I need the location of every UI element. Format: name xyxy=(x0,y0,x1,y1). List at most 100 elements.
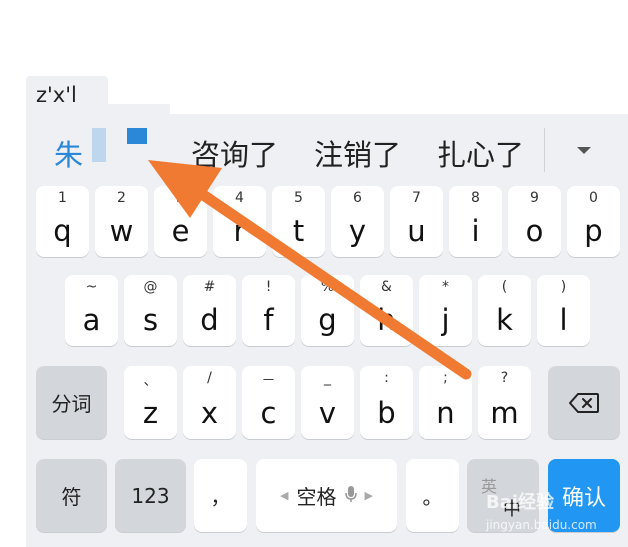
candidate-2[interactable]: 注销了 xyxy=(314,132,401,174)
numbers-key[interactable]: 123 xyxy=(115,459,186,532)
period-key[interactable]: 。 xyxy=(406,459,459,532)
space-key-label: 空格 xyxy=(296,485,337,509)
confirm-label: 确认 xyxy=(561,485,606,511)
key-z[interactable]: 、 z xyxy=(124,366,177,439)
key-k[interactable]: (k xyxy=(478,275,531,346)
symbols-key[interactable]: 符 xyxy=(36,459,107,532)
keyboard: 1q 2w 3e 4r 5t 6y 7u 8i 9o 0p ~ a @ s # d !… xyxy=(26,176,628,547)
key-l-num: ) xyxy=(560,279,567,295)
key-a-num: ~ xyxy=(85,279,98,295)
key-m-char: m xyxy=(490,396,519,430)
key-p[interactable]: 0p xyxy=(567,186,620,257)
key-p-num: 0 xyxy=(589,190,598,206)
key-u-char: u xyxy=(407,214,426,248)
key-e-char: e xyxy=(171,214,190,248)
key-s-char: s xyxy=(142,303,159,337)
key-t-char: t xyxy=(292,214,305,248)
key-e[interactable]: 3e xyxy=(154,186,207,257)
key-r-char: r xyxy=(233,214,246,248)
key-o[interactable]: 9o xyxy=(508,186,561,257)
selection-handle-icon xyxy=(127,128,147,144)
key-k-num: ( xyxy=(501,279,508,295)
key-j-num: * xyxy=(442,279,449,295)
backspace-icon xyxy=(548,366,620,439)
key-e-num: 3 xyxy=(176,190,185,206)
expand-candidates-icon[interactable] xyxy=(572,138,596,162)
key-f-num: ! xyxy=(265,279,272,295)
key-h[interactable]: & h xyxy=(360,275,413,346)
key-n-char: n xyxy=(436,396,455,430)
key-n[interactable]: ; n xyxy=(419,366,472,439)
key-v-char: v xyxy=(318,396,337,430)
key-a-char: a xyxy=(82,303,101,337)
backspace-key[interactable] xyxy=(548,366,620,439)
key-z-char: z xyxy=(142,396,159,430)
key-u[interactable]: 7u xyxy=(390,186,443,257)
key-r-num: 4 xyxy=(235,190,244,206)
key-g[interactable]: % g xyxy=(301,275,354,346)
key-w[interactable]: 2w xyxy=(95,186,148,257)
key-i[interactable]: 8i xyxy=(449,186,502,257)
key-l[interactable]: ) l xyxy=(537,275,590,346)
space-right-caret-icon: ▶ xyxy=(364,489,373,502)
key-b-num: : xyxy=(384,370,389,386)
key-r[interactable]: 4r xyxy=(213,186,266,257)
key-f[interactable]: ! f xyxy=(242,275,295,346)
key-p-char: p xyxy=(584,214,603,248)
key-b-char: b xyxy=(377,396,396,430)
key-j-char: j xyxy=(441,303,450,337)
key-q[interactable]: 1q xyxy=(36,186,89,257)
symbols-key-label: 符 xyxy=(61,485,82,509)
key-y[interactable]: 6y xyxy=(331,186,384,257)
key-x-char: x xyxy=(200,396,219,430)
space-left-caret-icon: ◀ xyxy=(280,489,289,502)
segment-key[interactable]: 分词 xyxy=(36,366,107,439)
microphone-icon xyxy=(344,484,357,508)
lang-cn-label: 中 xyxy=(503,499,521,520)
key-d-num: # xyxy=(203,279,216,295)
key-q-char: q xyxy=(53,214,72,248)
key-c-char: c xyxy=(260,396,277,430)
key-s[interactable]: @ s xyxy=(124,275,177,346)
key-t[interactable]: 5t xyxy=(272,186,325,257)
key-t-num: 5 xyxy=(294,190,303,206)
key-g-char: g xyxy=(318,303,337,337)
key-d-char: d xyxy=(200,303,219,337)
key-d[interactable]: # d xyxy=(183,275,236,346)
candidate-0[interactable]: 朱 xyxy=(54,132,83,174)
key-i-num: 8 xyxy=(471,190,480,206)
key-x[interactable]: / x xyxy=(183,366,236,439)
key-v-num: _ xyxy=(324,370,331,386)
confirm-button[interactable]: 确认 xyxy=(548,459,620,532)
candidate-1[interactable]: 咨询了 xyxy=(191,132,278,174)
numbers-key-label: 123 xyxy=(131,483,170,508)
key-v[interactable]: _ v xyxy=(301,366,354,439)
key-y-num: 6 xyxy=(353,190,362,206)
candidate-cursor-overlay xyxy=(92,128,106,162)
space-key[interactable]: ◀ 空格 ▶ xyxy=(256,459,397,532)
key-l-char: l xyxy=(559,303,568,337)
key-b[interactable]: :b xyxy=(360,366,413,439)
key-a[interactable]: ~ a xyxy=(65,275,118,346)
language-switch-key[interactable]: 英 中 xyxy=(467,459,539,532)
key-o-char: o xyxy=(525,214,544,248)
key-z-num: 、 xyxy=(143,373,158,389)
key-k-char: k xyxy=(496,303,513,337)
key-x-num: / xyxy=(207,370,212,386)
key-c-num: － xyxy=(261,373,276,389)
lang-en-label: 英 xyxy=(481,477,498,496)
segment-key-label: 分词 xyxy=(51,392,92,416)
key-o-num: 9 xyxy=(530,190,539,206)
key-h-char: h xyxy=(377,303,396,337)
candidate-separator xyxy=(544,128,545,172)
key-j[interactable]: * j xyxy=(419,275,472,346)
key-m[interactable]: ? m xyxy=(478,366,531,439)
key-u-num: 7 xyxy=(412,190,421,206)
key-w-num: 2 xyxy=(117,190,126,206)
comma-key[interactable]: ， xyxy=(194,459,247,532)
key-n-num: ; xyxy=(443,370,448,386)
candidate-3[interactable]: 扎心了 xyxy=(437,132,524,174)
key-h-num: & xyxy=(381,279,392,295)
key-c[interactable]: － c xyxy=(242,366,295,439)
key-i-char: i xyxy=(471,214,480,248)
